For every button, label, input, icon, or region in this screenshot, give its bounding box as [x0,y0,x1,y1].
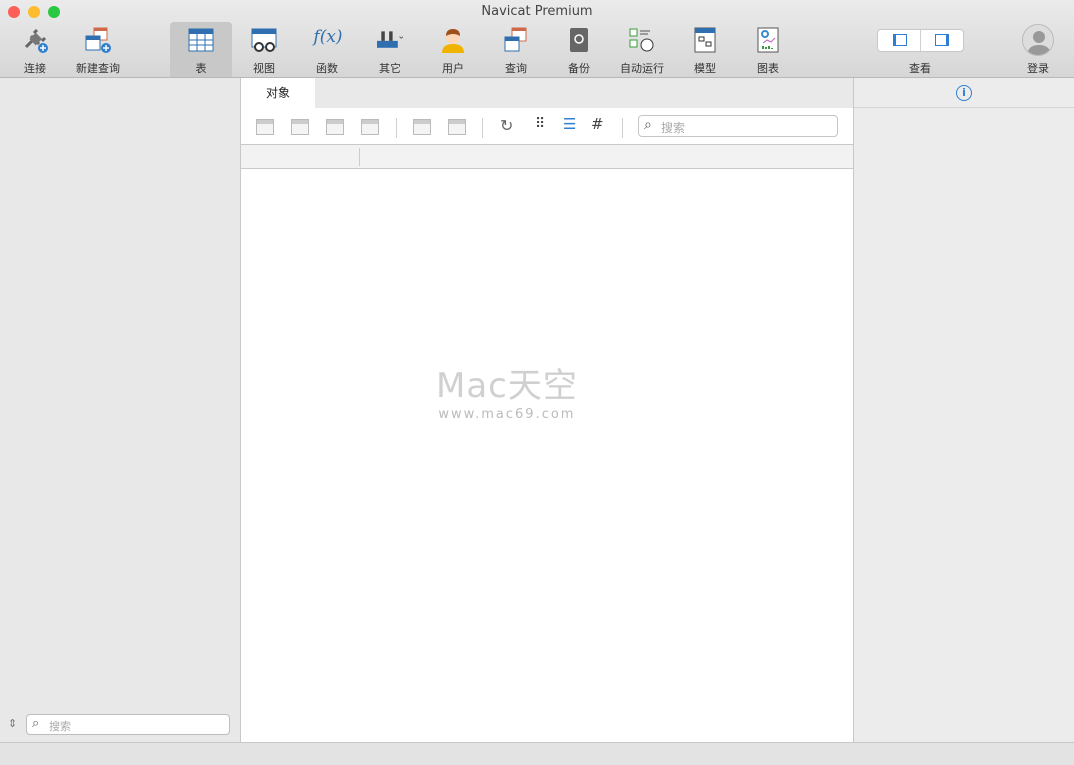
info-header: i [854,78,1074,108]
divider [482,118,483,138]
toolbar-query[interactable]: 查询 [485,22,547,77]
toolbar-function[interactable]: f(x) 函数 [296,22,358,77]
detail-view-icon[interactable]: # [591,115,609,133]
divider [396,118,397,138]
list-view-icon[interactable]: ☰ [563,115,581,133]
search-icon: ⌕ [644,117,652,133]
toolbar-label: 新建查询 [76,62,120,75]
toolbar-connect[interactable]: 连接 [4,22,66,77]
toolbar-table[interactable]: 表 [170,22,232,77]
toolbar-view[interactable]: 视图 [233,22,295,77]
toolbar-label: 自动运行 [620,62,664,75]
toolbar-label: 图表 [757,62,779,75]
user-icon [442,29,464,53]
avatar-icon [1027,31,1051,55]
backup-icon [570,28,588,52]
toggle-left-pane-button[interactable] [878,30,921,51]
toggle-right-pane-button[interactable] [921,30,963,51]
toolbar-label: 查询 [505,62,527,75]
watermark-title: Mac天空 [436,366,578,406]
login-avatar-button[interactable] [1022,24,1054,56]
tools-icon [377,31,403,48]
toolbar-backup[interactable]: 备份 [548,22,610,77]
delete-table-icon[interactable] [361,119,379,135]
divider [622,118,623,138]
new-query-icon [85,27,111,53]
column-divider [359,148,360,166]
model-icon [694,27,716,53]
info-pane: i [853,78,1074,742]
open-table-icon[interactable] [256,119,274,135]
export-icon[interactable] [448,119,466,135]
window-title: Navicat Premium [481,4,593,19]
refresh-icon[interactable]: ↻ [500,116,518,135]
design-table-icon[interactable] [291,119,309,135]
connection-sidebar: ⇕ ⌕ 搜索 [0,78,241,742]
search-icon: ⌕ [32,716,40,731]
watermark: Mac天空 www.mac69.com [436,358,578,422]
toolbar-label: 表 [195,62,207,75]
toolbar-model[interactable]: 模型 [674,22,736,77]
toolbar-label: 模型 [694,62,716,75]
toolbar-label: 备份 [568,62,590,75]
watermark-url: www.mac69.com [438,407,576,422]
left-pane-icon [893,34,907,46]
main-pane: 对象 ↻ ⠿ ☰ # ⌕ 搜索 Mac天空 www.mac69.com [241,78,853,742]
view-label: 查看 [909,62,931,75]
column-header [241,145,853,169]
right-pane-icon [935,34,949,46]
login-label: 登录 [1027,62,1049,75]
grid-view-icon[interactable]: ⠿ [535,116,553,132]
toolbar-label: 函数 [316,62,338,75]
tab-bar: 对象 [241,78,853,108]
object-search-input[interactable]: ⌕ 搜索 [638,115,838,137]
toolbar-chart[interactable]: 图表 [737,22,799,77]
info-icon[interactable]: i [956,85,972,101]
query-icon [504,27,527,52]
view-toggle [877,29,964,52]
sort-icon[interactable]: ⇕ [8,717,17,730]
import-icon[interactable] [413,119,431,135]
toolbar-label: 用户 [442,62,464,75]
new-table-icon[interactable] [326,119,344,135]
sidebar-search-input[interactable]: ⌕ 搜索 [26,714,230,735]
plug-icon [24,28,48,53]
search-placeholder: 搜索 [661,121,686,135]
toolbar-other[interactable]: 其它 [359,22,421,77]
view-icon [251,28,277,52]
table-icon [188,28,214,52]
toolbar-label: 连接 [24,62,46,75]
schedule-icon [629,28,654,52]
function-icon: f(x) [313,27,343,47]
title-bar: Navicat Premium 连接 新建查询 表 视图 f(x) 函数 其它 用… [0,0,1074,78]
toolbar-user[interactable]: 用户 [422,22,484,77]
status-bar [0,742,1074,765]
object-toolbar: ↻ ⠿ ☰ # ⌕ 搜索 [241,108,853,145]
toolbar-automation[interactable]: 自动运行 [611,22,673,77]
search-placeholder: 搜索 [49,720,71,733]
toolbar-new-query[interactable]: 新建查询 [67,22,129,77]
toolbar-label: 视图 [253,62,275,75]
toolbar-label: 其它 [379,62,401,75]
chart-icon [757,27,779,53]
tab-objects[interactable]: 对象 [241,78,315,108]
